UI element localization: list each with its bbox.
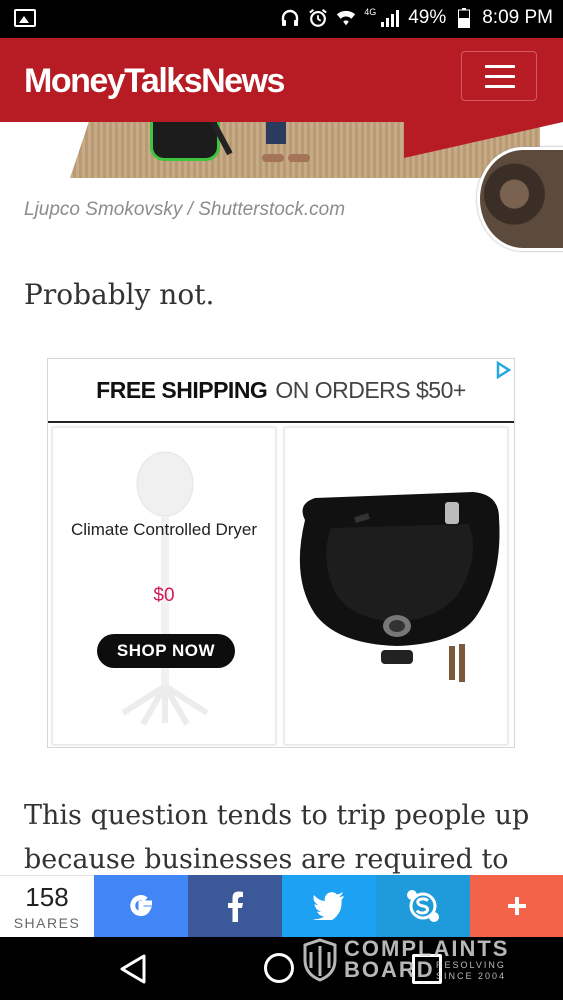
article-paragraph: Probably not.	[24, 278, 215, 311]
twitter-share-button[interactable]	[282, 875, 376, 937]
hamburger-icon	[485, 65, 515, 68]
adchoices-icon[interactable]	[494, 361, 512, 379]
status-bar: 4G 49% 8:09 PM	[0, 0, 563, 38]
facebook-icon	[228, 891, 243, 922]
share-count-number: 158	[25, 882, 69, 912]
ad-product-title: Climate Controlled Dryer	[70, 520, 258, 539]
battery-percent: 49%	[408, 7, 447, 28]
signal-icon	[380, 8, 400, 28]
ad-unit[interactable]: FREE SHIPPING ON ORDERS $50+ Climate Con…	[47, 358, 515, 748]
shield-icon	[303, 938, 337, 982]
gallery-icon	[14, 9, 36, 27]
google-share-button[interactable]	[94, 875, 188, 937]
wifi-icon	[336, 8, 356, 28]
network-type: 4G	[364, 7, 377, 17]
clock: 8:09 PM	[482, 7, 553, 28]
watermark: COMPLAINTS BOARD RESOLVING SINCE 2004	[300, 936, 540, 986]
more-share-button[interactable]	[470, 875, 563, 937]
menu-button[interactable]	[461, 51, 537, 101]
facebook-share-button[interactable]	[188, 875, 282, 937]
headphones-icon	[280, 8, 300, 28]
alarm-icon	[308, 8, 328, 28]
share-bar: 158 SHARES	[0, 875, 563, 937]
author-avatar[interactable]	[477, 147, 563, 251]
skype-share-button[interactable]	[376, 875, 470, 937]
share-count: 158 SHARES	[0, 875, 94, 937]
site-header: MoneyTalksNews	[0, 38, 563, 122]
plus-icon	[507, 897, 526, 915]
back-icon[interactable]	[118, 953, 148, 985]
shampoo-bowl-image	[299, 492, 500, 682]
shop-now-button[interactable]: SHOP NOW	[97, 634, 235, 668]
google-icon	[130, 895, 152, 917]
home-icon[interactable]	[264, 953, 294, 983]
site-logo[interactable]: MoneyTalksNews	[24, 62, 285, 101]
watermark-tagline: RESOLVING SINCE 2004	[436, 960, 507, 981]
skype-icon	[407, 890, 439, 922]
ad-banner[interactable]: FREE SHIPPING ON ORDERS $50+	[48, 359, 514, 423]
image-caption: Ljupco Smokovsky / Shutterstock.com	[24, 199, 346, 220]
ad-banner-text: ON ORDERS $50+	[275, 376, 466, 403]
ad-banner-bold: FREE SHIPPING	[96, 376, 268, 403]
ad-product-card[interactable]: Climate Controlled Dryer $0 SHOP NOW	[52, 427, 276, 745]
ad-product-card[interactable]	[284, 427, 508, 745]
battery-icon	[454, 8, 474, 28]
twitter-icon	[313, 892, 344, 920]
ad-product-price: $0	[153, 585, 175, 606]
watermark-line2: BOARD	[344, 957, 435, 982]
share-count-label: SHARES	[13, 915, 81, 931]
